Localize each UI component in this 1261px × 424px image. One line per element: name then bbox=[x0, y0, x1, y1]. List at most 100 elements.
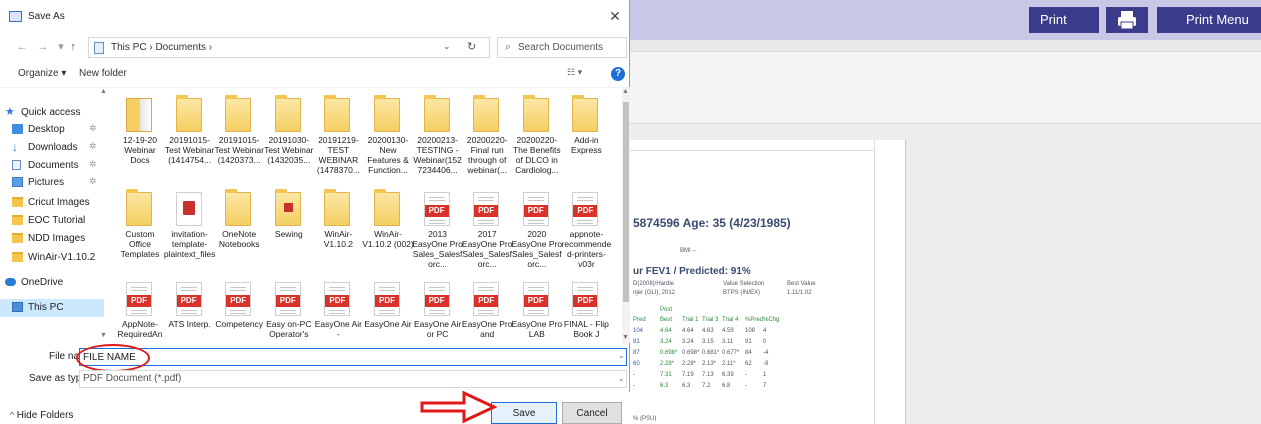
scroll-up-icon[interactable]: ▲ bbox=[622, 88, 629, 95]
refresh-icon[interactable]: ↻ bbox=[467, 40, 476, 53]
folder-icon bbox=[572, 95, 599, 132]
scroll-down-icon[interactable]: ▼ bbox=[100, 332, 107, 339]
search-input[interactable] bbox=[518, 38, 624, 57]
save-button[interactable]: Save bbox=[491, 402, 557, 424]
pdf-file-icon: PDF bbox=[324, 282, 351, 316]
file-item[interactable]: PDF EasyOne Air bbox=[364, 274, 412, 343]
organize-button[interactable]: Organize ▾ bbox=[18, 68, 66, 79]
file-item[interactable]: PDF EasyOne Pro and bbox=[462, 274, 512, 343]
scroll-down-icon[interactable]: ▼ bbox=[622, 334, 629, 341]
command-bar: Organize ▾ New folder ☷ ▾ ? bbox=[0, 62, 630, 88]
scroll-up-icon[interactable]: ▲ bbox=[100, 88, 107, 95]
print-button[interactable]: Print bbox=[1029, 7, 1099, 33]
star-icon: ★ bbox=[5, 106, 15, 118]
file-item[interactable]: PDF Easy on-PC Operator's bbox=[265, 274, 313, 343]
file-item[interactable]: 20191015-Test Webinar (1420373... bbox=[214, 90, 264, 172]
folder-icon bbox=[126, 189, 152, 226]
breadcrumb[interactable]: This PC › Documents › bbox=[111, 42, 212, 53]
forward-icon[interactable]: → bbox=[36, 39, 50, 55]
file-item[interactable]: 20191219-TEST WEBINAR (1478370... bbox=[314, 90, 362, 175]
nav-item-label: WinAir-V1.10.2 bbox=[28, 252, 96, 263]
cancel-button[interactable]: Cancel bbox=[562, 402, 622, 424]
table-cell: 4.64 bbox=[682, 328, 694, 334]
file-item[interactable]: 20191015-Test Webinar (1414754... bbox=[165, 90, 214, 172]
chevron-down-icon[interactable]: ⌄ bbox=[618, 351, 625, 360]
search-box[interactable]: ⌕ bbox=[497, 37, 627, 58]
file-item[interactable]: PDF 2020 EasyOne Pro Sales_Salesforc... bbox=[511, 184, 563, 269]
view-options-icon[interactable]: ☷ ▾ bbox=[567, 67, 595, 81]
table-cell: - bbox=[745, 383, 747, 389]
file-item[interactable]: WinAir-V1.10.2 (002) bbox=[362, 184, 414, 266]
file-item[interactable]: Custom Office Templates bbox=[116, 184, 164, 266]
table-cell: 2.13* bbox=[702, 361, 717, 367]
nav-item[interactable]: OneDrive bbox=[5, 274, 100, 292]
file-item[interactable]: 20200220-Final run through of webinar(..… bbox=[463, 90, 511, 175]
folder-icon bbox=[175, 95, 202, 132]
nav-item[interactable]: NDD Images bbox=[12, 230, 100, 248]
file-item[interactable]: PDF ATS Interp. bbox=[166, 274, 214, 343]
table-cell: 2.28* bbox=[660, 361, 675, 367]
nav-item[interactable]: Cricut Images bbox=[12, 194, 100, 212]
up-icon[interactable]: ↑ bbox=[66, 39, 80, 55]
file-item[interactable]: Sewing bbox=[265, 184, 313, 266]
file-item[interactable]: PDF EasyOne Air or PC bbox=[414, 274, 462, 343]
file-item[interactable]: 12-19-20 Webinar Docs bbox=[116, 90, 164, 172]
close-icon[interactable]: ✕ bbox=[606, 8, 624, 24]
printer-button[interactable] bbox=[1106, 7, 1148, 33]
file-item[interactable]: 20200130-New Features & Function... bbox=[364, 90, 412, 175]
nav-item[interactable]: WinAir-V1.10.2 bbox=[12, 249, 100, 267]
hide-folders-button[interactable]: ^ Hide Folders bbox=[10, 410, 73, 421]
nav-item[interactable]: Pictures ✲ bbox=[12, 174, 100, 192]
file-list-scrollbar[interactable]: ▲ ▼ bbox=[622, 88, 630, 343]
save-type-select[interactable]: PDF Document (*.pdf) bbox=[79, 370, 627, 388]
pin-icon[interactable]: ✲ bbox=[89, 176, 97, 187]
file-item[interactable]: PDF AppNote-RequiredAn bbox=[116, 274, 164, 343]
file-item[interactable]: 20200220-The Benefits of DLCO in Cardiol… bbox=[513, 90, 561, 175]
address-bar[interactable]: This PC › Documents › ⌄ ↻ bbox=[88, 37, 490, 58]
chevron-down-icon[interactable]: ⌄ bbox=[618, 374, 625, 383]
table-cell: 4 bbox=[763, 328, 767, 334]
table-cell: 0.698* bbox=[660, 350, 678, 356]
new-folder-button[interactable]: New folder bbox=[79, 68, 127, 79]
print-menu-button[interactable]: Print Menu bbox=[1157, 7, 1261, 33]
table-cell: - bbox=[745, 372, 747, 378]
nav-item[interactable]: ★ Quick access bbox=[5, 104, 100, 122]
file-list: 12-19-20 Webinar Docs 20191015-Test Webin… bbox=[116, 88, 622, 343]
table-cell: 3.11 bbox=[722, 339, 734, 345]
pin-icon[interactable]: ✲ bbox=[89, 123, 97, 134]
file-item[interactable]: 20191030-Test Webinar (1432035... bbox=[264, 90, 314, 172]
file-name-input[interactable] bbox=[79, 348, 627, 366]
file-item[interactable]: PDF EasyOne Air - bbox=[314, 274, 362, 343]
file-item-label: 2020 EasyOne Pro Sales_Salesforc... bbox=[511, 229, 563, 269]
search-icon: ⌕ bbox=[505, 41, 512, 53]
chevron-down-icon[interactable]: ⌄ bbox=[443, 41, 451, 52]
pin-icon[interactable]: ✲ bbox=[89, 141, 97, 152]
file-item-label: 2017 EasyOne Pro Sales_Salesforc... bbox=[461, 229, 513, 269]
file-item[interactable]: invitation-template-plaintext_files bbox=[164, 184, 215, 266]
pin-icon[interactable]: ✲ bbox=[89, 159, 97, 170]
nav-item[interactable]: Desktop ✲ bbox=[12, 121, 100, 139]
nav-item[interactable]: This PC bbox=[0, 299, 104, 317]
back-icon[interactable]: ← bbox=[15, 39, 29, 55]
file-item[interactable]: PDF appnote-recommended-printers-v03r bbox=[562, 184, 611, 269]
file-item[interactable]: PDF Competency bbox=[215, 274, 263, 343]
folder-icon bbox=[522, 95, 549, 132]
desktop-icon bbox=[12, 124, 23, 134]
file-item[interactable]: WinAir-V1.10.2 bbox=[314, 184, 362, 266]
file-item[interactable]: OneNote Notebooks bbox=[215, 184, 263, 266]
nav-item[interactable]: Documents ✲ bbox=[12, 157, 100, 175]
nav-item-label: This PC bbox=[28, 302, 64, 313]
scrollbar-thumb[interactable] bbox=[623, 102, 629, 302]
file-item[interactable]: PDF 2013 EasyOne Pro Sales_Salesforc... bbox=[412, 184, 463, 269]
folder-icon bbox=[12, 197, 23, 207]
file-item[interactable]: 20200213-TESTING - Webinar(1527234406... bbox=[413, 90, 462, 175]
file-item[interactable]: PDF 2017 EasyOne Pro Sales_Salesforc... bbox=[461, 184, 513, 269]
file-item[interactable]: PDF EasyOne Pro LAB bbox=[512, 274, 562, 343]
file-item[interactable]: Add-in Express bbox=[562, 90, 610, 172]
nav-item[interactable]: ↓ Downloads ✲ bbox=[12, 139, 100, 157]
help-icon[interactable]: ? bbox=[611, 67, 625, 81]
report-footer-text: % (PSU) bbox=[633, 416, 657, 422]
file-item[interactable]: PDF FINAL - Flip Book J bbox=[562, 274, 610, 343]
table-cell: 1 bbox=[763, 372, 767, 378]
nav-item[interactable]: EOC Tutorial bbox=[12, 212, 100, 230]
